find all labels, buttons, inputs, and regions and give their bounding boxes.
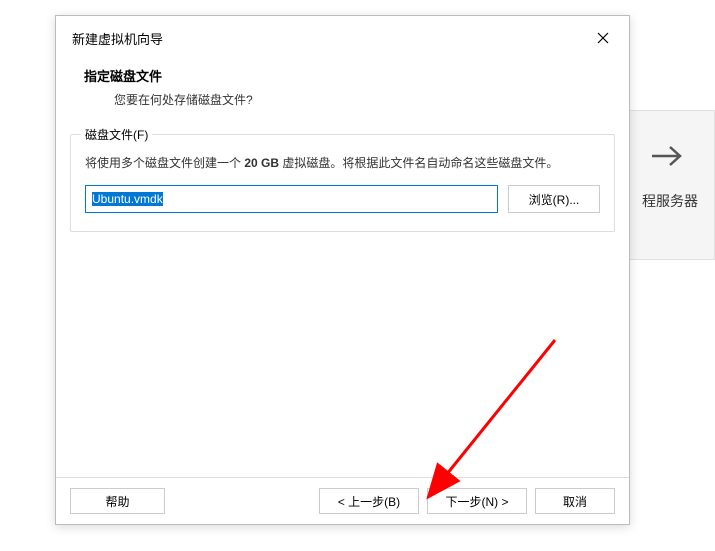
disk-file-groupbox: 磁盘文件(F) 将使用多个磁盘文件创建一个 20 GB 虚拟磁盘。将根据此文件名… xyxy=(70,134,615,232)
help-button[interactable]: 帮助 xyxy=(70,488,165,514)
back-button[interactable]: < 上一步(B) xyxy=(319,488,419,514)
next-button[interactable]: 下一步(N) > xyxy=(427,488,527,514)
dialog-subheading: 您要在何处存储磁盘文件? xyxy=(84,91,601,108)
close-button[interactable] xyxy=(589,24,617,52)
dialog-footer: 帮助 < 上一步(B) 下一步(N) > 取消 xyxy=(56,477,629,524)
dialog-header: 指定磁盘文件 您要在何处存储磁盘文件? xyxy=(56,60,629,126)
dialog-content: 磁盘文件(F) 将使用多个磁盘文件创建一个 20 GB 虚拟磁盘。将根据此文件名… xyxy=(56,126,629,477)
dialog-titlebar: 新建虚拟机向导 xyxy=(56,16,629,60)
dialog-heading: 指定磁盘文件 xyxy=(84,66,601,85)
remote-server-label: 程服务器 xyxy=(642,191,698,211)
file-input-row: Ubuntu.vmdk 浏览(R)... xyxy=(85,185,600,213)
disk-description: 将使用多个磁盘文件创建一个 20 GB 虚拟磁盘。将根据此文件名自动命名这些磁盘… xyxy=(85,153,600,173)
disk-file-input-value: Ubuntu.vmdk xyxy=(92,192,163,206)
groupbox-legend: 磁盘文件(F) xyxy=(81,126,152,143)
cancel-button[interactable]: 取消 xyxy=(535,488,615,514)
disk-file-input[interactable]: Ubuntu.vmdk xyxy=(85,185,498,213)
browse-button[interactable]: 浏览(R)... xyxy=(508,185,600,213)
close-icon xyxy=(597,32,609,44)
background-remote-server-panel: 程服务器 xyxy=(625,110,715,260)
forward-arrow-icon xyxy=(650,141,690,171)
dialog-title: 新建虚拟机向导 xyxy=(72,29,163,48)
new-vm-wizard-dialog: 新建虚拟机向导 指定磁盘文件 您要在何处存储磁盘文件? 磁盘文件(F) 将使用多… xyxy=(55,15,630,525)
